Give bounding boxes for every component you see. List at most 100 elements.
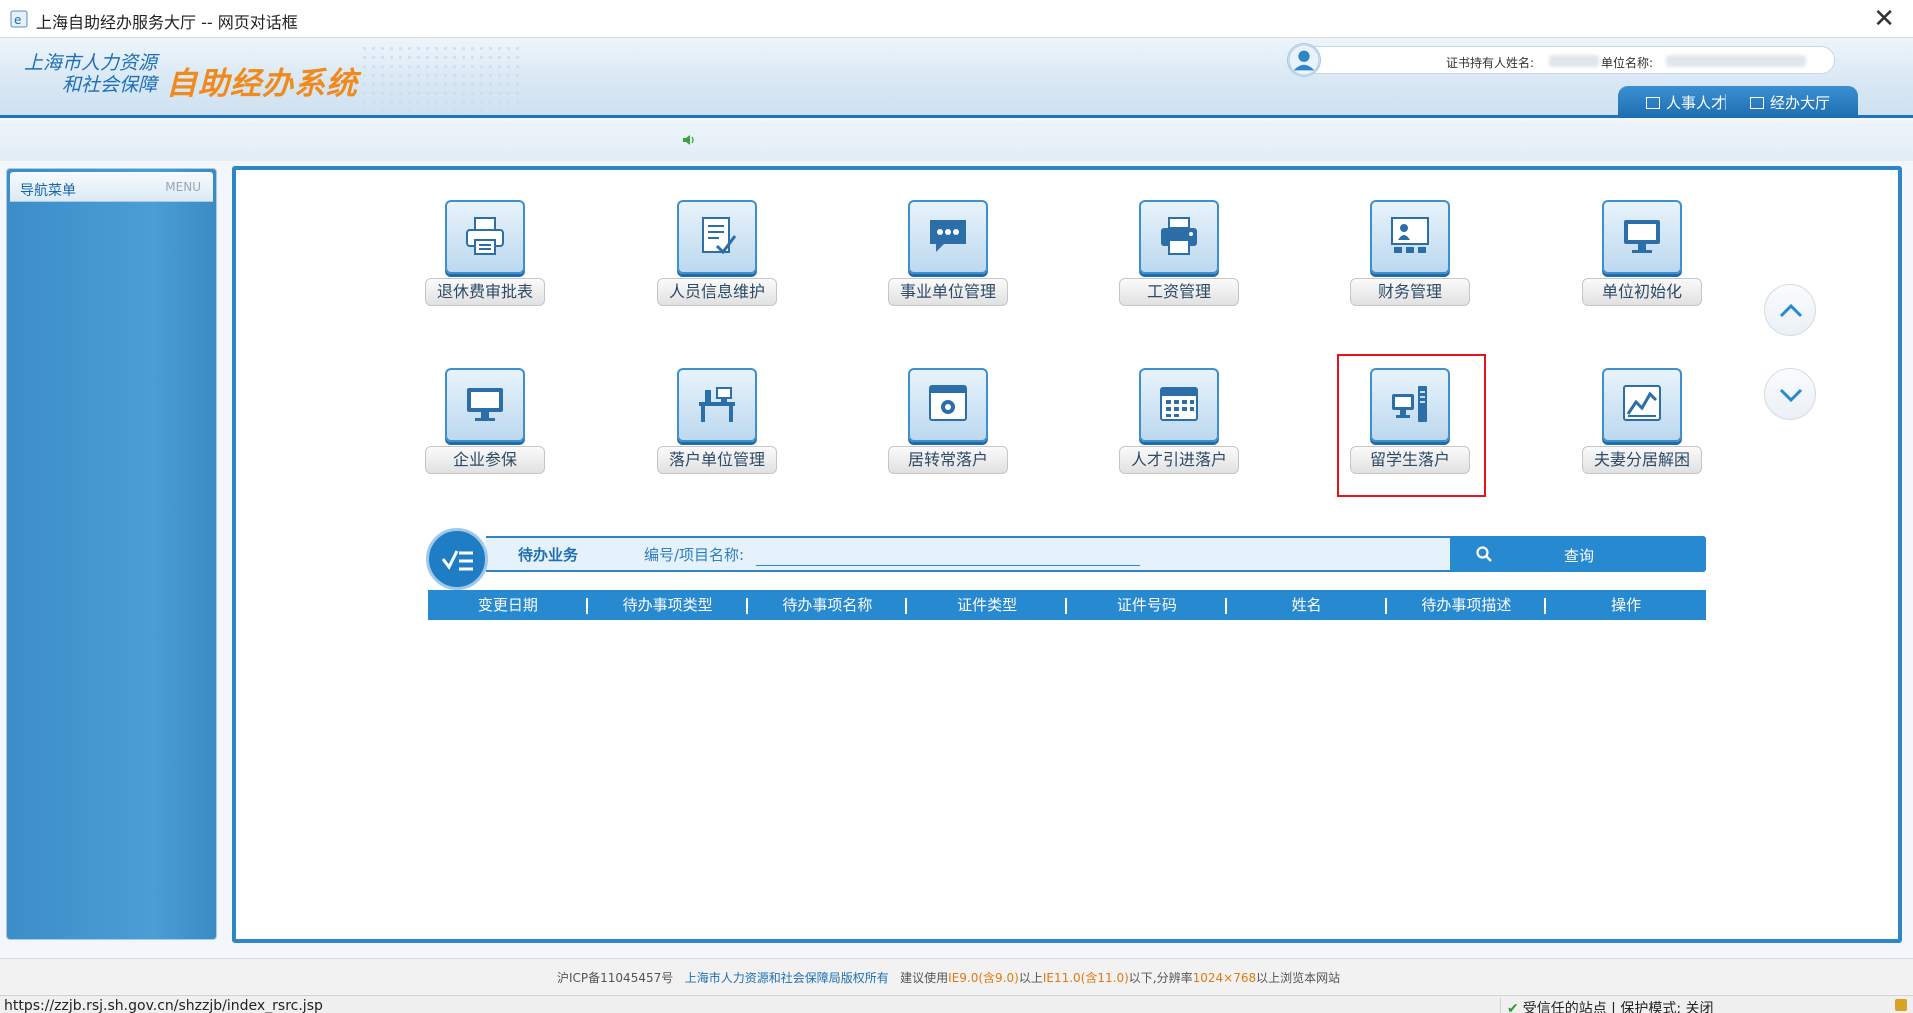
tab-service-hall-label: 经办大厅 <box>1770 94 1831 112</box>
chevron-down-icon <box>1779 388 1803 403</box>
nav-sidebar: 导航菜单 MENU <box>6 168 217 940</box>
svg-text:e: e <box>14 13 21 27</box>
selection-highlight-box <box>1337 354 1486 497</box>
tile-talent-settlement[interactable]: 人才引进落户 <box>1119 368 1239 488</box>
speaker-icon[interactable] <box>682 133 696 147</box>
column-header[interactable]: 待办事项类型 <box>588 590 748 620</box>
todo-title: 待办业务 <box>518 546 579 564</box>
scroll-down-button[interactable] <box>1764 368 1816 420</box>
column-header[interactable]: 变更日期 <box>428 590 588 620</box>
browser-status-bar: https://zzjb.rsj.sh.gov.cn/shzzjb/index_… <box>0 995 1913 1013</box>
chat-bubble-icon <box>908 200 988 274</box>
document-edit-icon <box>677 200 757 274</box>
lock-icon <box>1895 999 1907 1011</box>
search-button[interactable]: 查询 <box>1450 536 1706 572</box>
browser-gear-icon <box>908 368 988 442</box>
checklist-icon <box>441 550 473 571</box>
sidebar-title: 导航菜单 <box>20 183 76 199</box>
column-header[interactable]: 姓名 <box>1227 590 1387 620</box>
icp-number[interactable]: 沪ICP备11045457号 <box>557 971 673 985</box>
tile-label: 夫妻分居解困 <box>1582 446 1702 474</box>
tile-label: 单位初始化 <box>1582 278 1702 306</box>
logo-text: 上海市人力资源 和社会保障 <box>24 52 157 96</box>
monitor-icon <box>445 368 525 442</box>
printer-icon <box>445 200 525 274</box>
page-footer: 沪ICP备11045457号 上海市人力资源和社会保障局版权所有 建议使用IE9… <box>0 958 1913 994</box>
security-zone-text: 受信任的站点 | 保护模式: 关闭 <box>1522 1001 1714 1013</box>
tile-spouse-reunion[interactable]: 夫妻分居解困 <box>1582 368 1702 488</box>
briefcase-icon <box>1646 97 1660 109</box>
sidebar-menu-label: MENU <box>165 180 201 194</box>
tile-salary[interactable]: 工资管理 <box>1119 200 1239 320</box>
column-header[interactable]: 操作 <box>1546 590 1706 620</box>
tile-settlement-unit[interactable]: 落户单位管理 <box>657 368 777 488</box>
tile-label: 落户单位管理 <box>657 446 777 474</box>
footer-text: 沪ICP备11045457号 上海市人力资源和社会保障局版权所有 建议使用IE9… <box>557 969 1340 986</box>
ie-page-icon: e <box>10 10 28 28</box>
tile-label: 退休费审批表 <box>425 278 545 306</box>
browser-advice-4: 以上浏览本网站 <box>1256 971 1341 985</box>
chart-icon <box>1602 368 1682 442</box>
presentation-icon <box>1370 200 1450 274</box>
todo-table-header: 变更日期 待办事项类型 待办事项名称 证件类型 证件号码 姓名 待办事项描述 操… <box>428 590 1706 620</box>
logo-line-1: 上海市人力资源 <box>24 52 158 74</box>
ie11-note: IE11.0(含11.0) <box>1042 971 1129 985</box>
copyright-text: 上海市人力资源和社会保障局版权所有 <box>684 971 889 985</box>
printer-icon <box>1139 200 1219 274</box>
browser-advice-3: 以下,分辨率 <box>1128 971 1193 985</box>
building-icon <box>1750 97 1764 109</box>
tile-personnel-info[interactable]: 人员信息维护 <box>657 200 777 320</box>
unit-name-label: 单位名称: <box>1601 56 1654 70</box>
tile-label: 人员信息维护 <box>657 278 777 306</box>
tile-finance[interactable]: 财务管理 <box>1350 200 1470 320</box>
user-info-bar: 证书持有人姓名: 单位名称: <box>1287 43 1835 77</box>
window-title: 上海自助经办服务大厅 -- 网页对话框 <box>36 13 298 32</box>
tile-retirement-approval[interactable]: 退休费审批表 <box>425 200 545 320</box>
tab-personnel-label: 人事人才 <box>1666 94 1727 112</box>
monitor-icon <box>1602 200 1682 274</box>
tile-label: 事业单位管理 <box>888 278 1008 306</box>
tile-label: 居转常落户 <box>888 446 1008 474</box>
status-url: https://zzjb.rsj.sh.gov.cn/shzzjb/index_… <box>4 998 323 1013</box>
announcement-bar <box>0 121 1913 161</box>
tab-divider <box>1725 94 1726 110</box>
site-header: 上海市人力资源 和社会保障 自助经办系统 证书持有人姓名: 单位名称: 人事人才… <box>0 38 1913 118</box>
decorative-dots <box>360 44 520 114</box>
tile-label: 财务管理 <box>1350 278 1470 306</box>
tile-enterprise-insurance[interactable]: 企业参保 <box>425 368 545 488</box>
ie9-note: IE9.0(含9.0) <box>948 971 1019 985</box>
column-header[interactable]: 待办事项名称 <box>748 590 908 620</box>
tile-unit-init[interactable]: 单位初始化 <box>1582 200 1702 320</box>
browser-advice-2: 以上 <box>1018 971 1043 985</box>
close-icon[interactable]: ✕ <box>1873 4 1895 34</box>
search-input[interactable] <box>756 540 1140 566</box>
calendar-icon <box>1139 368 1219 442</box>
checkmark-icon: ✔ <box>1507 1001 1519 1013</box>
column-header[interactable]: 待办事项描述 <box>1387 590 1547 620</box>
scroll-up-button[interactable] <box>1764 284 1816 336</box>
tab-service-hall[interactable]: 经办大厅 <box>1750 92 1830 113</box>
tab-personnel[interactable]: 人事人才 <box>1646 92 1726 113</box>
browser-advice: 建议使用 <box>900 971 949 985</box>
tile-label: 工资管理 <box>1119 278 1239 306</box>
column-header[interactable]: 证件号码 <box>1067 590 1227 620</box>
todo-search-bar: 待办业务 编号/项目名称: 查询 <box>426 528 1706 590</box>
desk-icon <box>677 368 757 442</box>
cert-holder-name-blurred <box>1549 55 1599 67</box>
cert-holder-label: 证书持有人姓名: <box>1446 56 1535 70</box>
column-header[interactable]: 证件类型 <box>907 590 1067 620</box>
todo-badge <box>426 528 488 590</box>
user-avatar-icon <box>1287 43 1321 77</box>
window-title-bar: e 上海自助经办服务大厅 -- 网页对话框 ✕ <box>0 0 1913 38</box>
tile-label: 企业参保 <box>425 446 545 474</box>
tile-residence-to-hukou[interactable]: 居转常落户 <box>888 368 1008 488</box>
resolution-note: 1024×768 <box>1192 971 1257 985</box>
logo-line-2: 和社会保障 <box>62 74 158 96</box>
unit-name-blurred <box>1666 55 1806 67</box>
search-icon <box>1476 546 1492 562</box>
chevron-up-icon <box>1779 303 1803 318</box>
system-name-logo: 自助经办系统 <box>166 66 358 102</box>
tile-label: 人才引进落户 <box>1119 446 1239 474</box>
security-zone: ✔ 受信任的站点 | 保护模式: 关闭 <box>1500 998 1714 1013</box>
tile-public-institution[interactable]: 事业单位管理 <box>888 200 1008 320</box>
